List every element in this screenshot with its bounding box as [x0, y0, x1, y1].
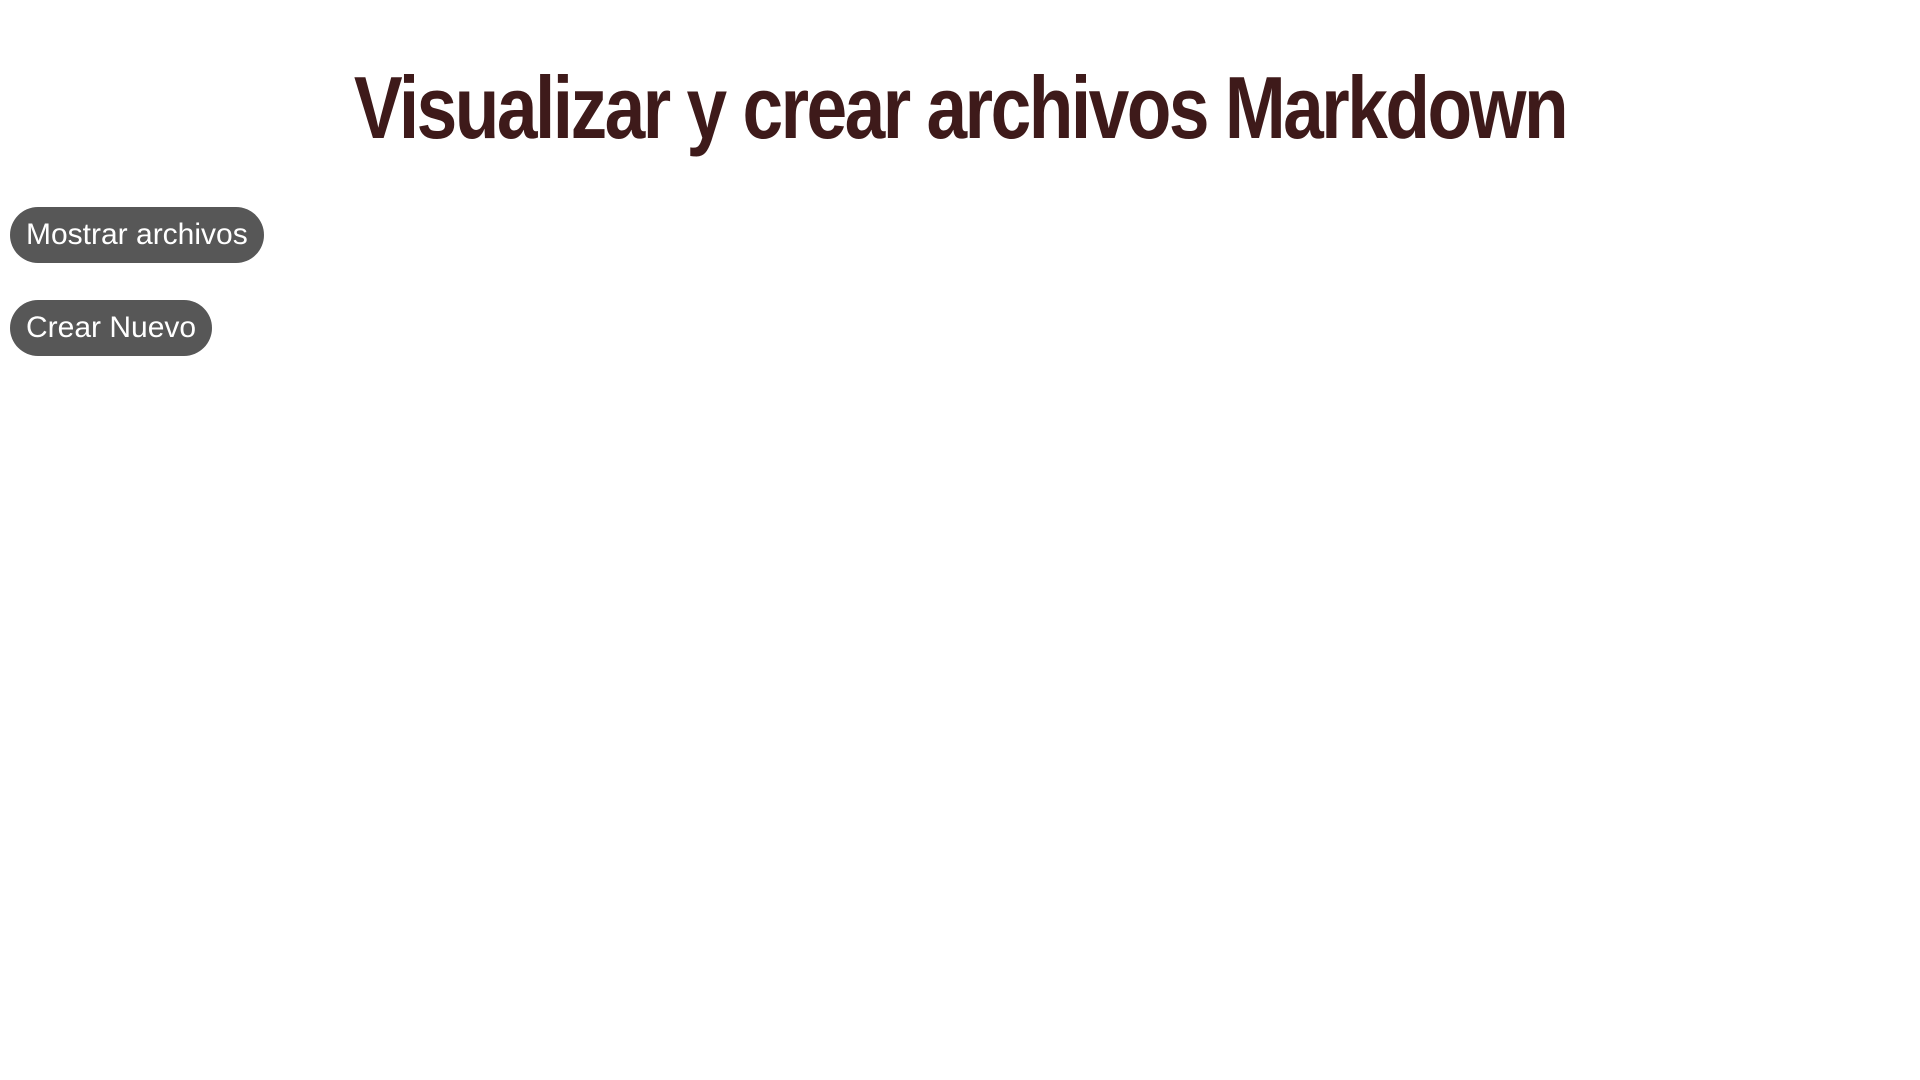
page: Visualizar y crear archivos Markdown Mos…	[0, 0, 1920, 1080]
show-files-button[interactable]: Mostrar archivos	[10, 207, 264, 263]
page-title: Visualizar y crear archivos Markdown	[353, 58, 1569, 157]
create-new-button[interactable]: Crear Nuevo	[10, 300, 213, 356]
